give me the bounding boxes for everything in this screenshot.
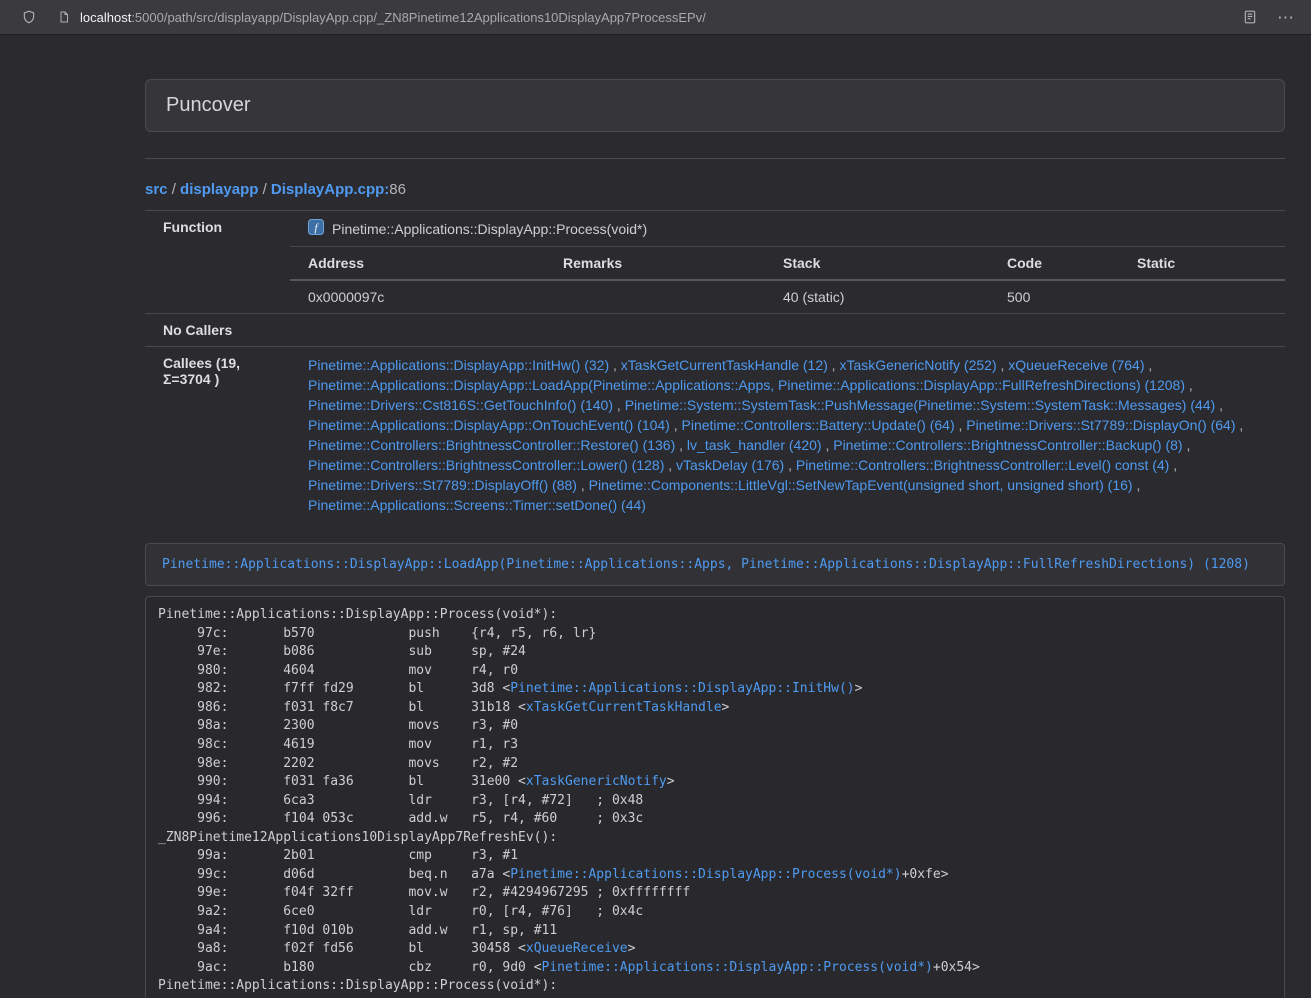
stats-value-row: 0x0000097c 40 (static)500 — [290, 280, 1285, 313]
callee-link[interactable]: xQueueReceive (764) — [1008, 357, 1144, 373]
url-path: :5000/path/src/displayapp/DisplayApp.cpp… — [131, 10, 706, 25]
callee-link[interactable]: Pinetime::Controllers::BrightnessControl… — [308, 437, 675, 453]
stats-value: 500 — [989, 280, 1119, 313]
breadcrumb-separator: / — [168, 181, 181, 198]
divider — [145, 158, 1285, 159]
callee-separator: , — [609, 357, 621, 373]
callee-separator: , — [1183, 437, 1191, 453]
breadcrumb-separator: / — [258, 181, 271, 198]
callee-separator: , — [997, 357, 1009, 373]
asm-symbol-link[interactable]: xQueueReceive — [526, 941, 628, 956]
callee-link[interactable]: Pinetime::Controllers::Battery::Update()… — [682, 417, 955, 433]
asm-symbol-link[interactable]: xTaskGenericNotify — [526, 774, 667, 789]
callee-separator: , — [784, 457, 796, 473]
callee-link[interactable]: Pinetime::Components::LittleVgl::SetNewT… — [589, 477, 1133, 493]
callee-separator: , — [675, 437, 687, 453]
callee-link[interactable]: Pinetime::Drivers::St7789::DisplayOn() (… — [966, 417, 1235, 433]
function-name-cell: f Pinetime::Applications::DisplayApp::Pr… — [290, 211, 1285, 247]
callee-separator: , — [955, 417, 967, 433]
callee-separator: , — [577, 477, 589, 493]
callee-link[interactable]: xTaskGetCurrentTaskHandle (12) — [621, 357, 828, 373]
asm-symbol-link[interactable]: Pinetime::Applications::DisplayApp::Proc… — [510, 867, 901, 882]
function-icon: f — [308, 219, 324, 238]
page-info-icon[interactable] — [58, 10, 70, 24]
callee-link[interactable]: Pinetime::Drivers::St7789::DisplayOff() … — [308, 477, 577, 493]
callees-row: Callees (19, Σ=3704 ) Pinetime::Applicat… — [145, 347, 1285, 524]
stats-value — [1119, 280, 1285, 313]
callee-link[interactable]: Pinetime::Drivers::Cst816S::GetTouchInfo… — [308, 397, 613, 413]
url-host: localhost — [80, 10, 131, 25]
callee-separator: , — [670, 417, 682, 433]
callee-link[interactable]: Pinetime::Controllers::BrightnessControl… — [833, 437, 1182, 453]
breadcrumb-text: 86 — [389, 181, 406, 198]
stats-header: Code — [989, 247, 1119, 280]
browser-toolbar: localhost:5000/path/src/displayapp/Displ… — [0, 0, 1311, 35]
callee-separator: , — [1169, 457, 1177, 473]
stats-header: Remarks — [545, 247, 765, 280]
callees-list: Pinetime::Applications::DisplayApp::Init… — [290, 347, 1285, 524]
callee-separator: , — [1144, 357, 1152, 373]
callee-link[interactable]: Pinetime::Applications::Screens::Timer::… — [308, 497, 646, 513]
disassembly-code: Pinetime::Applications::DisplayApp::Proc… — [145, 596, 1285, 998]
callers-cell — [290, 314, 1285, 347]
callee-separator: , — [1133, 477, 1141, 493]
stats-value — [545, 280, 765, 313]
stats-value: 40 (static) — [765, 280, 989, 313]
callee-link[interactable]: Pinetime::Applications::DisplayApp::Init… — [308, 357, 609, 373]
callee-link[interactable]: vTaskDelay (176) — [676, 457, 784, 473]
asm-symbol-link[interactable]: Pinetime::Applications::DisplayApp::Init… — [510, 681, 854, 696]
callees-label: Callees (19, Σ=3704 ) — [145, 347, 290, 524]
stats-table: AddressRemarksStackCodeStatic 0x0000097c… — [290, 247, 1285, 313]
callee-link[interactable]: Pinetime::Applications::DisplayApp::OnTo… — [308, 417, 670, 433]
function-name: Pinetime::Applications::DisplayApp::Proc… — [332, 221, 647, 237]
callee-link[interactable]: lv_task_handler (420) — [687, 437, 822, 453]
breadcrumb: src / displayapp / DisplayApp.cpp:86 — [145, 181, 1285, 198]
shield-icon[interactable] — [22, 9, 36, 25]
callee-separator: , — [828, 357, 840, 373]
url-bar[interactable]: localhost:5000/path/src/displayapp/Displ… — [80, 10, 706, 25]
stats-header: Address — [290, 247, 545, 280]
highlighted-symbol: Pinetime::Applications::DisplayApp::Load… — [145, 543, 1285, 586]
callee-link[interactable]: Pinetime::Controllers::BrightnessControl… — [308, 457, 664, 473]
app-header: Puncover — [145, 79, 1285, 132]
page-title: Puncover — [166, 94, 1264, 117]
stats-header: Stack — [765, 247, 989, 280]
function-table: Function f Pinetime::Applications::Displ… — [145, 210, 1285, 523]
callee-link[interactable]: Pinetime::Applications::DisplayApp::Load… — [308, 377, 1185, 393]
callee-link[interactable]: xTaskGenericNotify (252) — [839, 357, 996, 373]
stats-cell: AddressRemarksStackCodeStatic 0x0000097c… — [290, 247, 1285, 314]
no-callers-row: No Callers — [145, 314, 1285, 347]
callee-separator: , — [613, 397, 625, 413]
callee-link[interactable]: Pinetime::System::SystemTask::PushMessag… — [625, 397, 1216, 413]
stats-row: AddressRemarksStackCodeStatic 0x0000097c… — [145, 247, 1285, 314]
highlighted-symbol-link[interactable]: Pinetime::Applications::DisplayApp::Load… — [162, 557, 1250, 572]
page-content: Puncover src / displayapp / DisplayApp.c… — [145, 79, 1285, 998]
function-label: Function — [145, 211, 290, 314]
asm-symbol-link[interactable]: xTaskGetCurrentTaskHandle — [526, 700, 722, 715]
callee-separator: , — [664, 457, 676, 473]
overflow-menu-icon[interactable]: ⋯ — [1277, 9, 1295, 26]
breadcrumb-link[interactable]: src — [145, 181, 168, 198]
asm-symbol-link[interactable]: Pinetime::Applications::DisplayApp::Proc… — [542, 960, 933, 975]
callee-link[interactable]: Pinetime::Controllers::BrightnessControl… — [796, 457, 1169, 473]
callee-separator: , — [1236, 417, 1244, 433]
function-row: Function f Pinetime::Applications::Displ… — [145, 211, 1285, 247]
stats-value: 0x0000097c — [290, 280, 545, 313]
breadcrumb-link[interactable]: DisplayApp.cpp: — [271, 181, 389, 198]
no-callers-label: No Callers — [145, 314, 290, 347]
callee-separator: , — [1215, 397, 1223, 413]
stats-header: Static — [1119, 247, 1285, 280]
stats-header-row: AddressRemarksStackCodeStatic — [290, 247, 1285, 280]
callee-separator: , — [1185, 377, 1193, 393]
breadcrumb-link[interactable]: displayapp — [180, 181, 258, 198]
callee-separator: , — [822, 437, 834, 453]
reader-mode-icon[interactable] — [1243, 9, 1257, 25]
